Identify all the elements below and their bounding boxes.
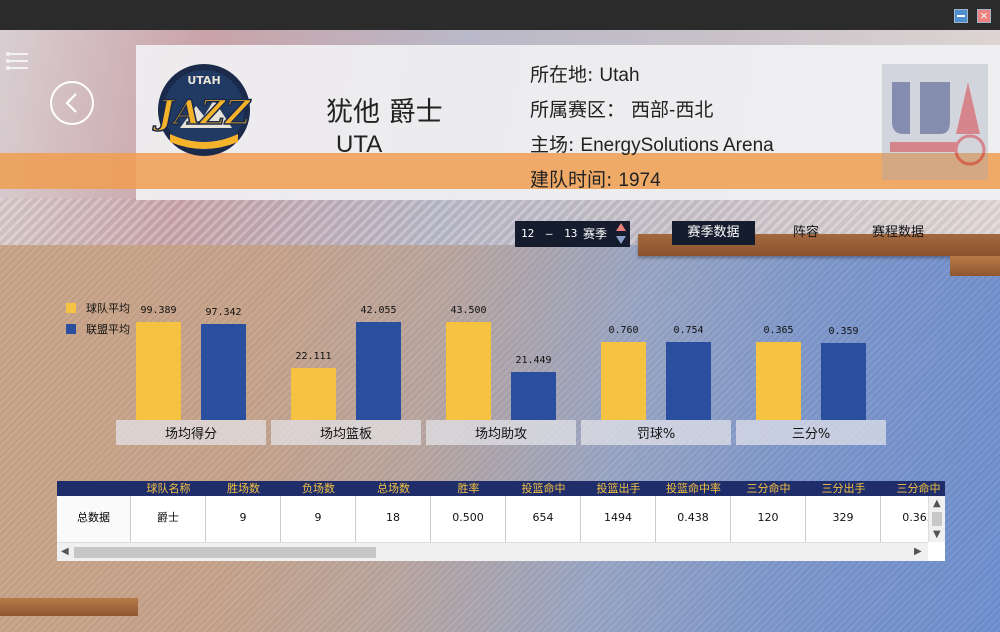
bar-league-3: [666, 342, 711, 420]
bar-team-3: [601, 342, 646, 420]
bar-value-label: 21.449: [515, 355, 551, 366]
scroll-left-icon[interactable]: ◀: [61, 546, 69, 557]
back-button[interactable]: [50, 81, 94, 125]
window-titlebar: [0, 0, 1000, 30]
founded-label: 建队时间:: [530, 169, 613, 191]
season-down-arrow-icon[interactable]: [616, 236, 626, 244]
category-label: 场均助攻: [475, 427, 527, 442]
logo-text-top: UTAH: [187, 74, 220, 87]
column-header[interactable]: 投篮出手: [581, 481, 656, 496]
season-up-arrow-icon[interactable]: [616, 223, 626, 231]
bar-value-label: 0.365: [763, 325, 793, 336]
row-header: 总数据: [57, 496, 131, 542]
season-selector[interactable]: 12 — 13 赛季: [515, 221, 630, 247]
table-cell: 120: [731, 496, 806, 542]
info-division: 所属赛区： 西部-西北: [530, 95, 713, 122]
founded-value: 1974: [618, 170, 661, 191]
table-cell: 1494: [581, 496, 656, 542]
column-header[interactable]: 总场数: [356, 481, 431, 496]
tab-schedule[interactable]: 赛程数据: [862, 221, 934, 245]
scroll-right-icon[interactable]: ▶: [914, 546, 922, 557]
bar-value-label: 0.754: [673, 325, 703, 336]
table-cell: 0.438: [656, 496, 731, 542]
vertical-scroll-thumb[interactable]: [932, 512, 942, 526]
table-cell: 329: [806, 496, 881, 542]
bar-league-4: [821, 343, 866, 420]
scroll-up-icon[interactable]: ▲: [933, 498, 941, 509]
close-button[interactable]: ×: [977, 9, 991, 23]
logo-text-main: JAZZ: [152, 93, 251, 133]
bar-team-2: [446, 322, 491, 420]
team-abbr: UTA: [336, 131, 383, 158]
season-label: 赛季: [583, 227, 608, 241]
horizontal-scrollbar[interactable]: ◀ ▶: [57, 542, 928, 561]
season-start: 12: [521, 227, 535, 240]
table-cell: 9: [281, 496, 356, 542]
info-location: 所在地: Utah: [530, 60, 640, 87]
minimize-button[interactable]: [954, 9, 968, 23]
tab-season-stats[interactable]: 赛季数据: [672, 221, 755, 245]
bar-value-label: 99.389: [140, 305, 176, 316]
team-stats-bar-chart: 99.389 97.342 场均得分 22.111 42.055 场均篮板 43.500 21…: [116, 305, 886, 445]
chevron-left-icon: [65, 93, 77, 113]
bar-team-0: [136, 322, 181, 420]
table-cell: 18: [356, 496, 431, 542]
jazz-logo: UTAH JAZZ: [151, 64, 252, 156]
column-header[interactable]: 三分命中: [881, 481, 945, 496]
bar-team-4: [756, 342, 801, 420]
table-cell: 654: [506, 496, 581, 542]
bar-value-label: 42.055: [360, 305, 396, 316]
scroll-down-icon[interactable]: ▼: [933, 529, 941, 540]
bar-league-0: [201, 324, 246, 420]
season-separator: —: [545, 227, 553, 240]
column-header[interactable]: 投篮命中率: [656, 481, 731, 496]
season-end: 13: [564, 227, 578, 240]
horizontal-scroll-thumb[interactable]: [74, 547, 376, 558]
table-cell: 0.500: [431, 496, 506, 542]
vertical-scrollbar[interactable]: ▲ ▼: [928, 496, 945, 542]
wood-plank-left: [0, 598, 138, 616]
category-label: 场均得分: [165, 426, 217, 442]
info-arena: 主场: EnergySolutions Arena: [530, 130, 774, 157]
bar-value-label: 22.111: [295, 351, 331, 362]
column-header[interactable]: 胜场数: [206, 481, 281, 496]
location-label: 所在地:: [530, 64, 594, 86]
info-founded: 建队时间: 1974: [530, 165, 661, 192]
location-value: Utah: [599, 65, 640, 86]
category-label: 三分%: [792, 427, 830, 442]
arena-value: EnergySolutions Arena: [580, 135, 774, 156]
bar-league-1: [356, 322, 401, 420]
column-header[interactable]: 胜率: [431, 481, 506, 496]
team-name: 犹他 爵士: [326, 97, 443, 128]
usa-basketball-logo: [882, 64, 988, 180]
bar-team-1: [291, 368, 336, 420]
bar-value-label: 97.342: [205, 307, 241, 318]
menu-icon[interactable]: [6, 52, 28, 70]
wood-plank-right: [950, 256, 1000, 276]
column-header[interactable]: 负场数: [281, 481, 356, 496]
division-label: 所属赛区：: [530, 99, 626, 121]
column-header[interactable]: 三分命中: [731, 481, 806, 496]
table-cell: 9: [206, 496, 281, 542]
division-value: 西部-西北: [631, 100, 714, 121]
column-header[interactable]: 投篮命中: [506, 481, 581, 496]
bar-league-2: [511, 372, 556, 420]
column-header[interactable]: 三分出手: [806, 481, 881, 496]
stats-table: 球队名称 胜场数 负场数 总场数 胜率 投篮命中 投篮出手 投篮命中率 三分命中 三分出手 三分命中…: [57, 481, 945, 561]
column-header[interactable]: 球队名称: [131, 481, 206, 496]
bar-value-label: 0.760: [608, 325, 638, 336]
tab-roster[interactable]: 阵容: [782, 221, 830, 245]
bar-value-label: 43.500: [450, 305, 486, 316]
table-cell: 爵士: [131, 496, 206, 542]
category-label: 罚球%: [637, 427, 675, 442]
bar-value-label: 0.359: [828, 326, 858, 337]
category-label: 场均篮板: [320, 427, 372, 442]
arena-label: 主场:: [530, 134, 575, 156]
